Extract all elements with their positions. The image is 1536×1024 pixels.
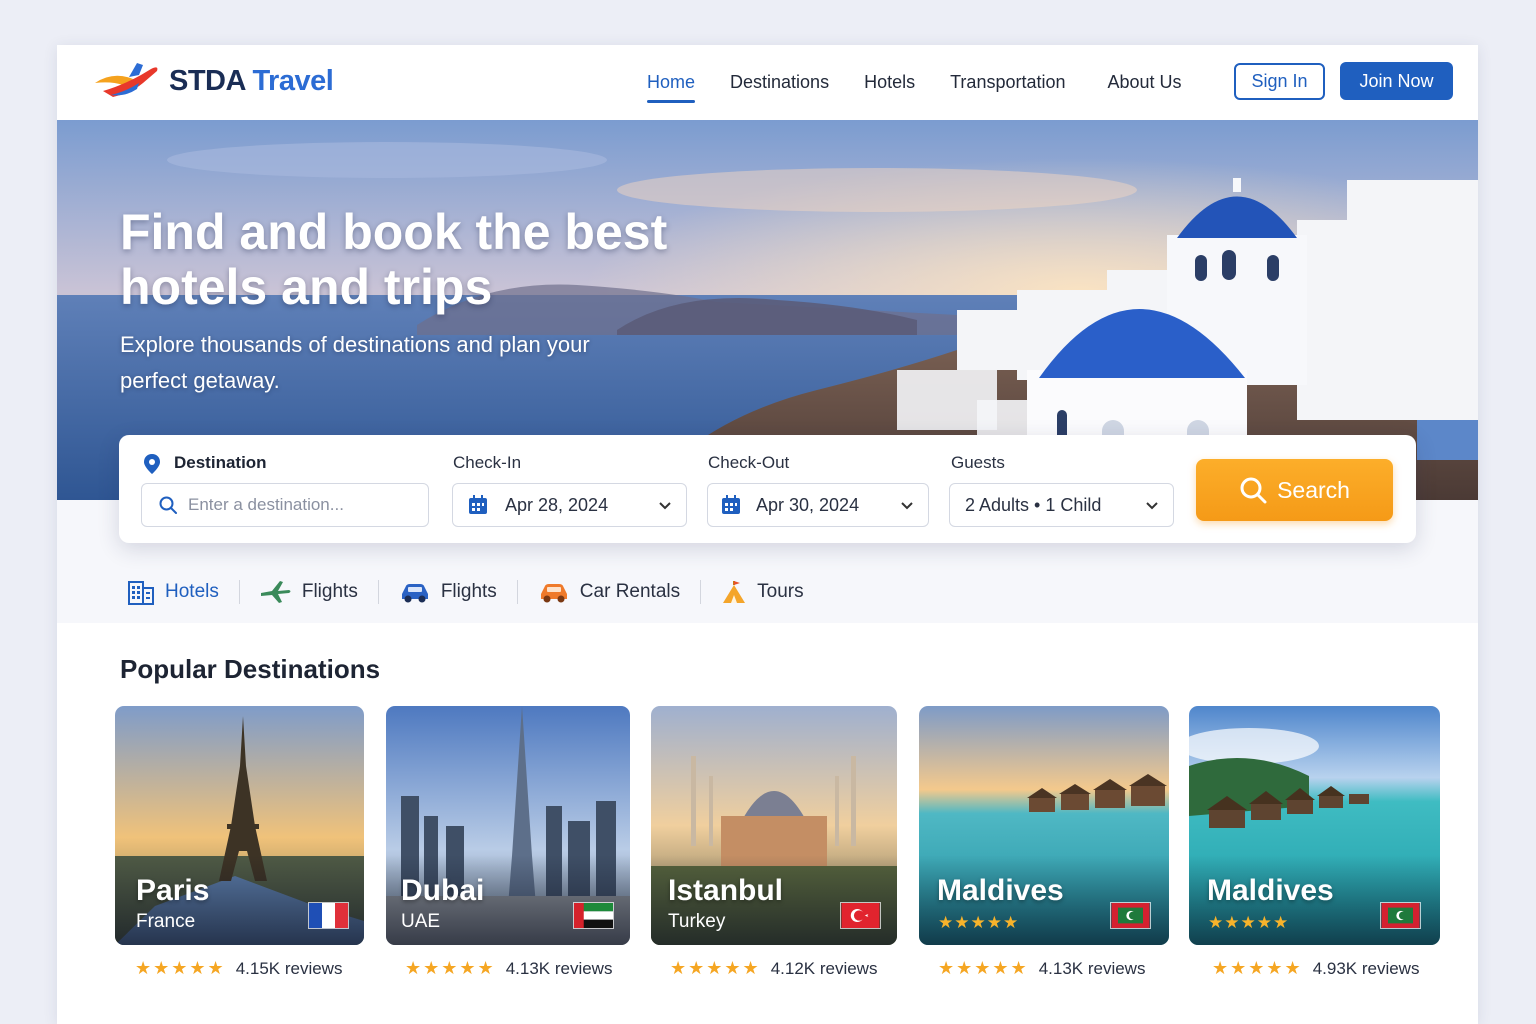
rating-istanbul: ★★★★★ 4.12K reviews: [670, 958, 877, 979]
rating-dubai: ★★★★★ 4.13K reviews: [405, 958, 612, 979]
destination-country: France: [136, 911, 196, 932]
tab-flights-car[interactable]: Flights: [399, 580, 497, 604]
star-rating-icon: ★★★★★: [405, 958, 496, 978]
card-star-rating-icon: ★★★★★: [938, 913, 1020, 932]
maldives-flag-icon: [1110, 902, 1151, 929]
card-star-rating-icon: ★★★★★: [1208, 913, 1290, 932]
brand-logo[interactable]: STDA Travel: [93, 61, 334, 101]
divider: [238, 580, 240, 604]
brand-name: STDA Travel: [169, 64, 334, 97]
tab-flights-label: Flights: [301, 581, 358, 602]
category-tabs: Hotels Flights Flights Car Rentals Tours: [127, 577, 804, 607]
star-rating-icon: ★★★★★: [135, 958, 226, 978]
star-rating-icon: ★★★★★: [938, 958, 1029, 978]
reviews-count: 4.93K reviews: [1312, 958, 1420, 978]
rating-paris: ★★★★★ 4.15K reviews: [135, 958, 342, 979]
guests-label: Guests: [951, 453, 1005, 472]
chevron-down-icon: [901, 502, 913, 510]
chevron-down-icon: [1146, 502, 1158, 510]
tab-car-rentals-label: Car Rentals: [579, 581, 681, 602]
tab-flights[interactable]: Flights: [260, 579, 358, 605]
destination-card-istanbul[interactable]: Istanbul Turkey: [651, 706, 897, 945]
checkin-date-picker[interactable]: Apr 28, 2024: [452, 483, 687, 527]
france-flag-icon: [308, 902, 349, 929]
divider: [700, 580, 702, 604]
destination-country: UAE: [401, 911, 441, 932]
chevron-down-icon: [659, 502, 671, 510]
section-title: Popular Destinations: [120, 654, 381, 684]
destination-card-maldives[interactable]: Maldives ★★★★★: [919, 706, 1169, 945]
uae-flag-icon: [573, 902, 614, 929]
tab-flights-car-label: Flights: [440, 581, 497, 602]
plane-logo-icon: [95, 63, 158, 97]
checkout-date-picker[interactable]: Apr 30, 2024: [707, 483, 929, 527]
nav-destinations[interactable]: Destinations: [730, 62, 829, 103]
destination-name: Maldives: [937, 874, 1064, 907]
destination-name: Maldives: [1207, 874, 1334, 907]
tab-tours[interactable]: Tours: [721, 579, 804, 605]
destination-card-dubai[interactable]: Dubai UAE: [386, 706, 630, 945]
divider: [516, 580, 518, 604]
location-pin-icon: [144, 454, 160, 474]
maldives-flag-icon: [1380, 902, 1421, 929]
divider: [377, 580, 379, 604]
tour-tent-icon: [723, 581, 746, 603]
guests-value: 2 Adults • 1 Child: [965, 494, 1102, 515]
checkout-label: Check-Out: [708, 453, 790, 472]
destination-name: Dubai: [401, 874, 485, 907]
plane-icon: [260, 581, 291, 603]
destination-card-maldives-2[interactable]: Maldives ★★★★★: [1189, 706, 1440, 945]
reviews-count: 4.13K reviews: [1038, 958, 1146, 978]
popular-destinations-section: Popular Destinations Paris France ★★★★★ …: [57, 623, 1478, 1024]
search-button[interactable]: Search: [1196, 459, 1393, 521]
destination-name: Istanbul: [668, 874, 784, 907]
hero-title: Find and book the best hotels and trips: [120, 204, 668, 315]
sign-in-button[interactable]: Sign In: [1234, 63, 1325, 100]
calendar-icon: [469, 495, 487, 514]
star-rating-icon: ★★★★★: [1212, 958, 1303, 978]
turkey-flag-icon: [840, 902, 881, 929]
checkin-value: Apr 28, 2024: [505, 494, 609, 515]
destination-name: Paris: [136, 874, 210, 907]
top-header: STDA Travel Home Destinations Hotels Tra…: [57, 45, 1478, 120]
car-icon: [401, 584, 428, 603]
destination-placeholder: Enter a destination...: [188, 495, 344, 514]
reviews-count: 4.13K reviews: [505, 958, 613, 978]
join-now-button[interactable]: Join Now: [1340, 62, 1453, 100]
car-rental-icon: [540, 584, 567, 603]
search-icon: [159, 496, 177, 514]
search-icon: [1240, 477, 1267, 504]
nav-home[interactable]: Home: [647, 62, 696, 103]
tab-tours-label: Tours: [757, 581, 804, 602]
tab-hotels[interactable]: Hotels: [127, 579, 219, 605]
rating-maldives: ★★★★★ 4.13K reviews: [938, 958, 1145, 979]
destination-card-paris[interactable]: Paris France: [115, 706, 364, 945]
guests-select[interactable]: 2 Adults • 1 Child: [949, 483, 1174, 527]
destination-input[interactable]: Enter a destination...: [141, 483, 429, 527]
reviews-count: 4.12K reviews: [770, 958, 878, 978]
search-panel: Destination Enter a destination... Check…: [119, 435, 1416, 543]
hero-subtitle: Explore thousands of destinations and pl…: [120, 332, 590, 393]
tab-hotels-label: Hotels: [165, 581, 219, 602]
tab-car-rentals[interactable]: Car Rentals: [538, 580, 680, 604]
main-nav: Home Destinations Hotels Transportation …: [647, 45, 1217, 120]
star-rating-icon: ★★★★★: [670, 958, 761, 978]
page: STDA Travel Home Destinations Hotels Tra…: [57, 45, 1478, 1024]
destination-label: Destination: [174, 453, 267, 472]
nav-about-us[interactable]: About Us: [1108, 62, 1182, 103]
nav-transportation[interactable]: Transportation: [950, 62, 1065, 103]
search-button-label: Search: [1277, 476, 1350, 503]
destination-country: Turkey: [668, 911, 726, 932]
nav-hotels[interactable]: Hotels: [864, 62, 915, 103]
calendar-icon: [722, 495, 740, 514]
rating-maldives-2: ★★★★★ 4.93K reviews: [1212, 958, 1419, 979]
reviews-count: 4.15K reviews: [235, 958, 343, 978]
building-icon: [128, 581, 154, 605]
checkin-label: Check-In: [453, 453, 522, 472]
checkout-value: Apr 30, 2024: [756, 494, 860, 515]
